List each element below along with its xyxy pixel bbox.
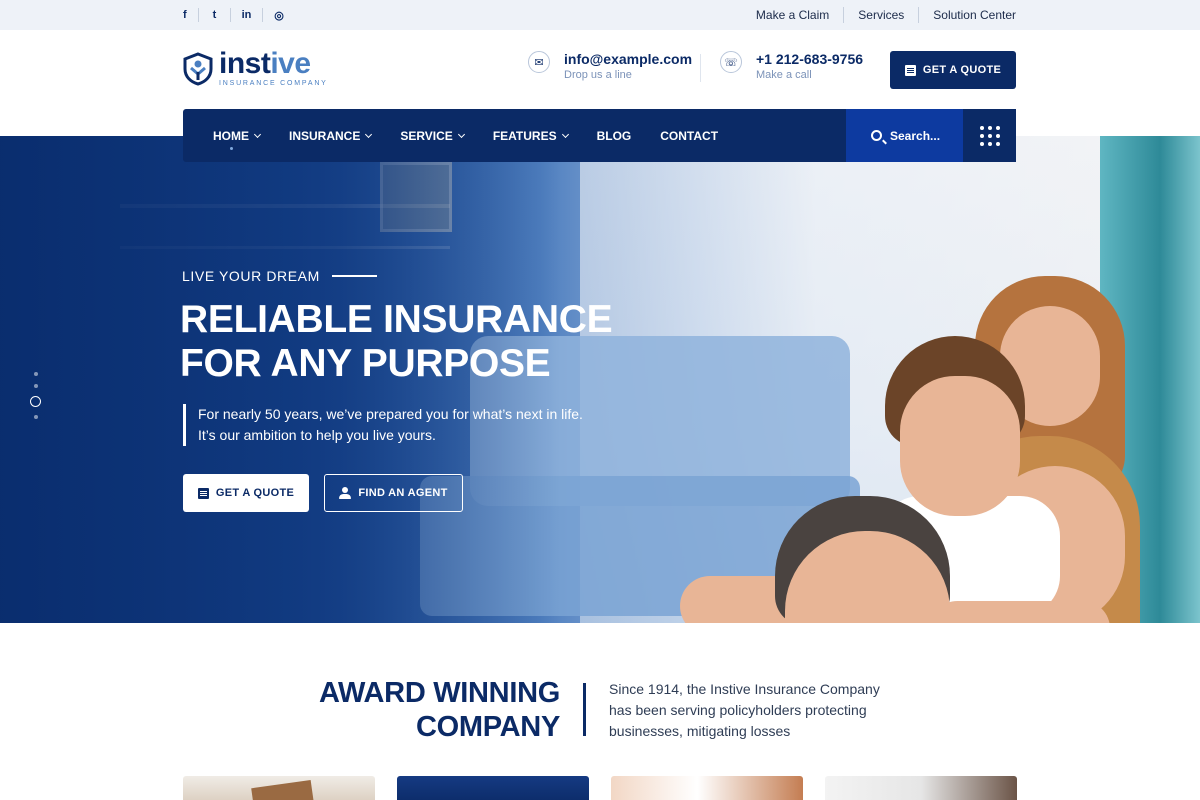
hero-title-line: FOR ANY PURPOSE bbox=[180, 342, 551, 385]
nav-item-blog[interactable]: BLOG bbox=[597, 109, 632, 162]
facebook-icon[interactable]: f bbox=[183, 8, 199, 22]
chevron-down-icon bbox=[253, 130, 262, 138]
about-description: Since 1914, the Instive Insurance Compan… bbox=[609, 679, 899, 742]
menu-grid-icon[interactable] bbox=[963, 109, 1016, 162]
email-address[interactable]: info@example.com bbox=[564, 50, 692, 68]
get-a-quote-header-button[interactable]: GET A QUOTE bbox=[890, 51, 1016, 89]
chevron-down-icon bbox=[561, 130, 569, 138]
about-title-line: COMPANY bbox=[416, 711, 560, 743]
document-icon bbox=[904, 64, 916, 76]
nav-item-insurance[interactable]: INSURANCE bbox=[289, 109, 373, 162]
user-icon bbox=[339, 487, 352, 499]
find-an-agent-label: FIND AN AGENT bbox=[358, 487, 448, 499]
social-links: f t in ◎ bbox=[183, 0, 295, 30]
phone-contact: ☏ +1 212-683-9756 Make a call bbox=[720, 50, 863, 83]
search-icon bbox=[871, 130, 882, 141]
get-a-quote-button[interactable]: GET A QUOTE bbox=[183, 474, 309, 512]
get-a-quote-header-label: GET A QUOTE bbox=[922, 64, 1002, 76]
family-photo-boy bbox=[900, 376, 1020, 516]
phone-number[interactable]: +1 212-683-9756 bbox=[756, 50, 863, 68]
chevron-down-icon bbox=[365, 130, 373, 138]
slider-dot[interactable] bbox=[33, 415, 38, 419]
hero-title-line: RELIABLE INSURANCE bbox=[180, 298, 613, 341]
hero-description-line: It’s our ambition to help you live yours… bbox=[198, 427, 436, 443]
family-photo-arm bbox=[930, 601, 1110, 623]
about-description-line: has been serving policyholders protectin… bbox=[609, 702, 867, 718]
about-description-line: businesses, mitigating losses bbox=[609, 723, 791, 739]
hero-description: For nearly 50 years, we’ve prepared you … bbox=[183, 404, 603, 446]
nav-item-features[interactable]: FEATURES bbox=[493, 109, 569, 162]
linkedin-icon[interactable]: in bbox=[231, 8, 263, 22]
hero-eyebrow: LIVE YOUR DREAM bbox=[182, 268, 377, 284]
nav-item-home[interactable]: HOME bbox=[213, 109, 262, 162]
about-description-line: Since 1914, the Instive Insurance Compan… bbox=[609, 681, 880, 697]
nav-item-service[interactable]: SERVICE bbox=[400, 109, 465, 162]
solution-center-link[interactable]: Solution Center bbox=[918, 7, 1016, 23]
twitter-icon[interactable]: t bbox=[199, 8, 231, 22]
top-bar: f t in ◎ Make a Claim Services Solution … bbox=[0, 0, 1200, 30]
phone-label: Make a call bbox=[756, 69, 812, 81]
search-placeholder: Search... bbox=[890, 128, 941, 143]
services-link[interactable]: Services bbox=[843, 7, 918, 23]
service-card-image[interactable] bbox=[397, 776, 589, 800]
email-contact: ✉ info@example.com Drop us a line bbox=[528, 50, 692, 83]
about-title-line: AWARD WINNING bbox=[319, 677, 560, 709]
contact-divider bbox=[700, 54, 701, 82]
service-card-image[interactable] bbox=[183, 776, 375, 800]
slider-dot[interactable] bbox=[33, 372, 38, 376]
instagram-icon[interactable]: ◎ bbox=[263, 8, 295, 22]
phone-icon: ☏ bbox=[720, 51, 742, 73]
chevron-down-icon bbox=[457, 130, 465, 138]
make-a-claim-link[interactable]: Make a Claim bbox=[742, 7, 843, 23]
email-label: Drop us a line bbox=[564, 69, 632, 81]
logo-tagline: INSURANCE COMPANY bbox=[219, 80, 328, 87]
hero-description-line: For nearly 50 years, we’ve prepared you … bbox=[198, 406, 583, 422]
service-card-image[interactable] bbox=[611, 776, 803, 800]
search-button[interactable]: Search... bbox=[846, 109, 963, 162]
service-card-image[interactable] bbox=[825, 776, 1017, 800]
document-icon bbox=[197, 487, 209, 499]
hero-eyebrow-text: LIVE YOUR DREAM bbox=[182, 268, 320, 284]
logo[interactable]: instive INSURANCE COMPANY bbox=[183, 47, 328, 87]
shield-person-icon bbox=[183, 51, 213, 86]
envelope-icon: ✉ bbox=[528, 51, 550, 73]
find-an-agent-button[interactable]: FIND AN AGENT bbox=[324, 474, 463, 512]
main-navigation: HOME INSURANCE SERVICE FEATURES BLOG CON… bbox=[183, 109, 1016, 162]
slider-dot-active[interactable] bbox=[30, 396, 41, 407]
about-title: AWARD WINNING COMPANY bbox=[300, 676, 560, 744]
slider-dots bbox=[30, 368, 41, 423]
eyebrow-line bbox=[331, 275, 377, 277]
hero-title: RELIABLE INSURANCE FOR ANY PURPOSE bbox=[180, 298, 640, 386]
top-links: Make a Claim Services Solution Center bbox=[742, 0, 1016, 30]
slider-dot[interactable] bbox=[33, 384, 38, 388]
logo-wordmark: instive bbox=[219, 47, 311, 80]
get-a-quote-label: GET A QUOTE bbox=[215, 487, 295, 499]
about-divider bbox=[583, 683, 586, 736]
nav-item-contact[interactable]: CONTACT bbox=[660, 109, 718, 162]
